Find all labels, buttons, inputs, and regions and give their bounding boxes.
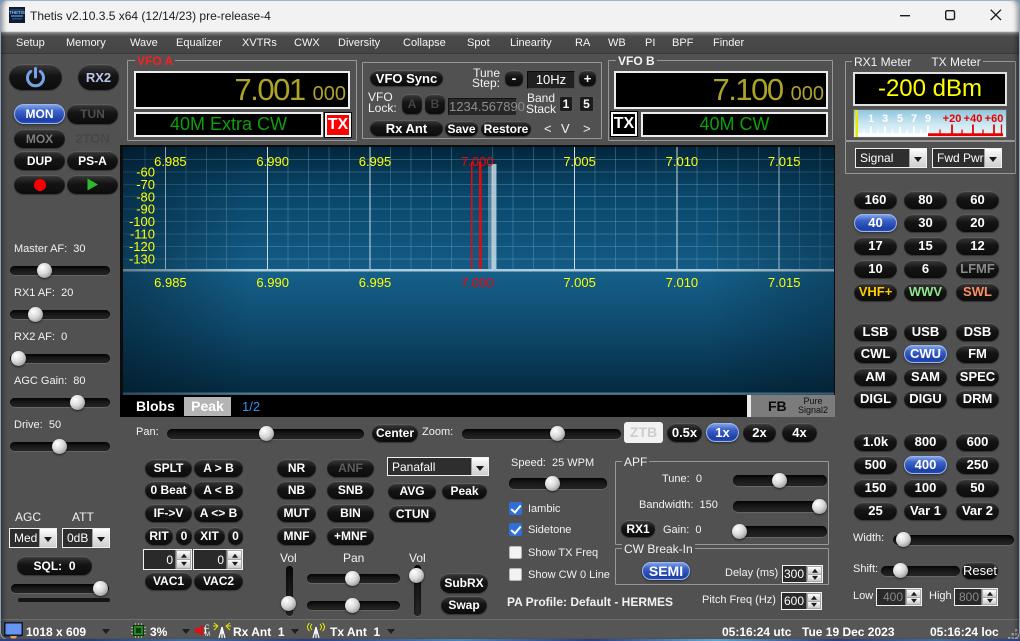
svg-text:THETIS: THETIS: [9, 10, 25, 15]
svg-text:-130: -130: [129, 251, 155, 266]
svg-text:6.990: 6.990: [256, 154, 289, 169]
svg-text:+40: +40: [964, 113, 983, 125]
svg-text:5: 5: [897, 113, 903, 125]
svg-text:1: 1: [868, 113, 874, 125]
svg-text:M: M: [205, 632, 210, 638]
svg-text:7: 7: [911, 113, 917, 125]
svg-text:+20: +20: [943, 113, 962, 125]
svg-text:3: 3: [882, 113, 888, 125]
svg-text:C: C: [205, 625, 210, 631]
svg-text:7.005: 7.005: [563, 154, 596, 169]
svg-text:7.005: 7.005: [563, 275, 596, 290]
svg-text:7.010: 7.010: [666, 154, 699, 169]
svg-text:7.015: 7.015: [768, 154, 801, 169]
svg-text:7.015: 7.015: [768, 275, 801, 290]
svg-text:6.985: 6.985: [154, 154, 187, 169]
svg-text:7.010: 7.010: [666, 275, 699, 290]
svg-text:+60: +60: [985, 113, 1004, 125]
svg-text:6.990: 6.990: [256, 275, 289, 290]
svg-text:6.985: 6.985: [154, 275, 187, 290]
svg-text:9: 9: [925, 113, 931, 125]
svg-text:6.995: 6.995: [359, 154, 392, 169]
svg-text:6.995: 6.995: [359, 275, 392, 290]
svg-text:7.000: 7.000: [461, 275, 494, 290]
svg-text:7.000: 7.000: [461, 154, 494, 169]
